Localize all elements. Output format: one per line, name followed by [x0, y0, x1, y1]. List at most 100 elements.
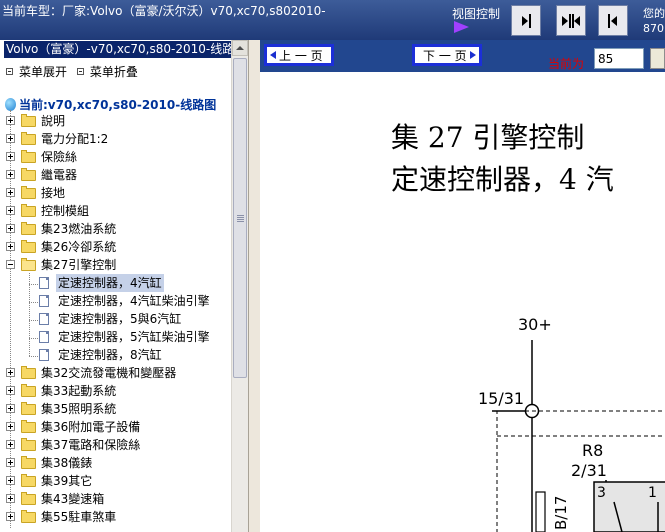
folder-icon: [21, 132, 36, 145]
go-button-clipped[interactable]: [650, 48, 665, 69]
expand-plus-icon[interactable]: [6, 386, 15, 395]
tree-scrollbar[interactable]: [231, 40, 248, 532]
expand-plus-icon[interactable]: [6, 458, 15, 467]
expand-plus-icon[interactable]: [6, 116, 15, 125]
tree-folder-label: 集37電路和保險絲: [41, 438, 141, 452]
panel-splitter[interactable]: [248, 40, 260, 532]
tree-folder[interactable]: 集33起動系統: [0, 382, 230, 400]
next-page-label: 下 一 页: [423, 48, 467, 63]
collapse-all-button[interactable]: 菜单折叠: [76, 63, 138, 80]
tree-folder-label: 集43變速箱: [41, 492, 105, 506]
tree-folder-open[interactable]: 集27引擎控制: [0, 256, 230, 274]
tree-folder-label: 說明: [41, 114, 66, 128]
expand-plus-icon[interactable]: [6, 152, 15, 161]
tree-folder[interactable]: 集35照明系統: [0, 400, 230, 418]
expand-plus-icon[interactable]: [6, 512, 15, 521]
tree-root[interactable]: 当前:v70,xc70,s80-2010-线路图: [5, 96, 216, 113]
document-viewer: 集 27 引擎控制 定速控制器，4 汽 30+ 15/31 R8 2/31 3 …: [260, 72, 665, 532]
expand-all-button[interactable]: 菜单展开: [6, 63, 67, 80]
tree-folder[interactable]: 說明: [0, 112, 230, 130]
tree-folder-label: 集33起動系統: [41, 384, 117, 398]
wiring-diagram: 30+ 15/31 R8 2/31 3 1 B/17: [478, 315, 665, 532]
power-label: 30+: [518, 315, 552, 334]
tree-leaf-selected[interactable]: 定速控制器，4汽缸: [0, 274, 230, 292]
prev-page-label: 上 一 页: [279, 48, 323, 63]
document-icon: [39, 349, 49, 361]
expand-plus-icon[interactable]: [6, 368, 15, 377]
tree-leaf[interactable]: 定速控制器，5與6汽缸: [0, 310, 230, 328]
user-info-clipped: 您的 870: [643, 6, 665, 36]
arrow-up-icon: [236, 46, 244, 50]
tree-folder[interactable]: 集37電路和保險絲: [0, 436, 230, 454]
tree-folder-label: 集32交流發電機和變壓器: [41, 366, 177, 380]
next-page-button[interactable]: 下 一 页: [412, 44, 482, 66]
expand-all-icon: [6, 68, 13, 75]
tree-folder-label: 繼電器: [41, 168, 78, 182]
user-info-line1: 您的: [643, 7, 665, 20]
expand-plus-icon[interactable]: [6, 134, 15, 143]
node-label-1: 15/31: [478, 389, 524, 408]
pin-label-left: 3: [597, 485, 606, 501]
collapse-minus-icon[interactable]: [6, 260, 15, 269]
tree-folder-label: 集23燃油系統: [41, 222, 117, 236]
tree-folder[interactable]: 集38儀錶: [0, 454, 230, 472]
folder-icon: [21, 186, 36, 199]
scroll-up-button[interactable]: [232, 40, 248, 56]
expand-plus-icon[interactable]: [6, 206, 15, 215]
folder-icon: [21, 474, 36, 487]
tree-folder-label: 保險絲: [41, 150, 78, 164]
tree-folder[interactable]: 接地: [0, 184, 230, 202]
show-left-panel-button[interactable]: [511, 5, 541, 36]
tree-folder-label: 集26冷卻系統: [41, 240, 117, 254]
scroll-grip: [237, 219, 244, 220]
tree-folder[interactable]: 集55駐車煞車: [0, 508, 230, 526]
tree-leaf[interactable]: 定速控制器，4汽缸柴油引擎: [0, 292, 230, 310]
tree-folder-label: 集35照明系統: [41, 402, 117, 416]
tree-leaf[interactable]: 定速控制器，5汽缸柴油引擎: [0, 328, 230, 346]
tree-folder[interactable]: 保險絲: [0, 148, 230, 166]
scroll-thumb[interactable]: [233, 58, 247, 378]
tree-panel-title: Volvo（富豪）-v70,xc70,s80-2010-线路: [4, 41, 237, 58]
expand-all-label: 菜单展开: [19, 65, 68, 79]
tree-folder-label: 集38儀錶: [41, 456, 93, 470]
scroll-grip: [237, 215, 244, 216]
tree-folder[interactable]: 電力分配1:2: [0, 130, 230, 148]
hide-left-panel-button[interactable]: [598, 5, 628, 36]
prev-arrow-icon: [270, 51, 276, 59]
expand-plus-icon[interactable]: [6, 494, 15, 503]
split-view-button[interactable]: [556, 5, 586, 36]
folder-icon: [21, 150, 36, 163]
folder-icon: [21, 456, 36, 469]
menu-controls: 菜单展开 菜单折叠: [6, 63, 144, 80]
expand-plus-icon[interactable]: [6, 440, 15, 449]
tree-folder[interactable]: 集23燃油系統: [0, 220, 230, 238]
tree-leaf[interactable]: 定速控制器，8汽缸: [0, 346, 230, 364]
view-arrow-icon: [454, 21, 469, 33]
tree-folder-label: 集39其它: [41, 474, 93, 488]
expand-plus-icon[interactable]: [6, 404, 15, 413]
tree-folder[interactable]: 繼電器: [0, 166, 230, 184]
tree-folder[interactable]: 集32交流發電機和變壓器: [0, 364, 230, 382]
tree-leaf-label: 定速控制器，4汽缸: [56, 274, 164, 292]
document-icon: [39, 295, 49, 307]
expand-plus-icon[interactable]: [6, 242, 15, 251]
page-number-input[interactable]: [594, 48, 644, 69]
expand-plus-icon[interactable]: [6, 170, 15, 179]
fuse-component: [535, 491, 546, 532]
scroll-grip: [237, 221, 244, 222]
tree-folder[interactable]: 集26冷卻系統: [0, 238, 230, 256]
vehicle-model-title: 当前车型：厂家:Volvo（富豪/沃尔沃）v70,xc70,s802010-: [2, 4, 326, 18]
open-folder-icon: [21, 258, 36, 271]
expand-plus-icon[interactable]: [6, 188, 15, 197]
folder-icon: [21, 510, 36, 523]
tree-folder[interactable]: 集39其它: [0, 472, 230, 490]
expand-plus-icon[interactable]: [6, 224, 15, 233]
tree-folder[interactable]: 集43變速箱: [0, 490, 230, 508]
user-info-line2: 870: [643, 22, 664, 35]
tree-folder[interactable]: 控制模組: [0, 202, 230, 220]
tree-folder[interactable]: 集36附加電子設備: [0, 418, 230, 436]
prev-page-button[interactable]: 上 一 页: [264, 44, 334, 66]
expand-plus-icon[interactable]: [6, 422, 15, 431]
expand-plus-icon[interactable]: [6, 476, 15, 485]
folder-icon: [21, 168, 36, 181]
